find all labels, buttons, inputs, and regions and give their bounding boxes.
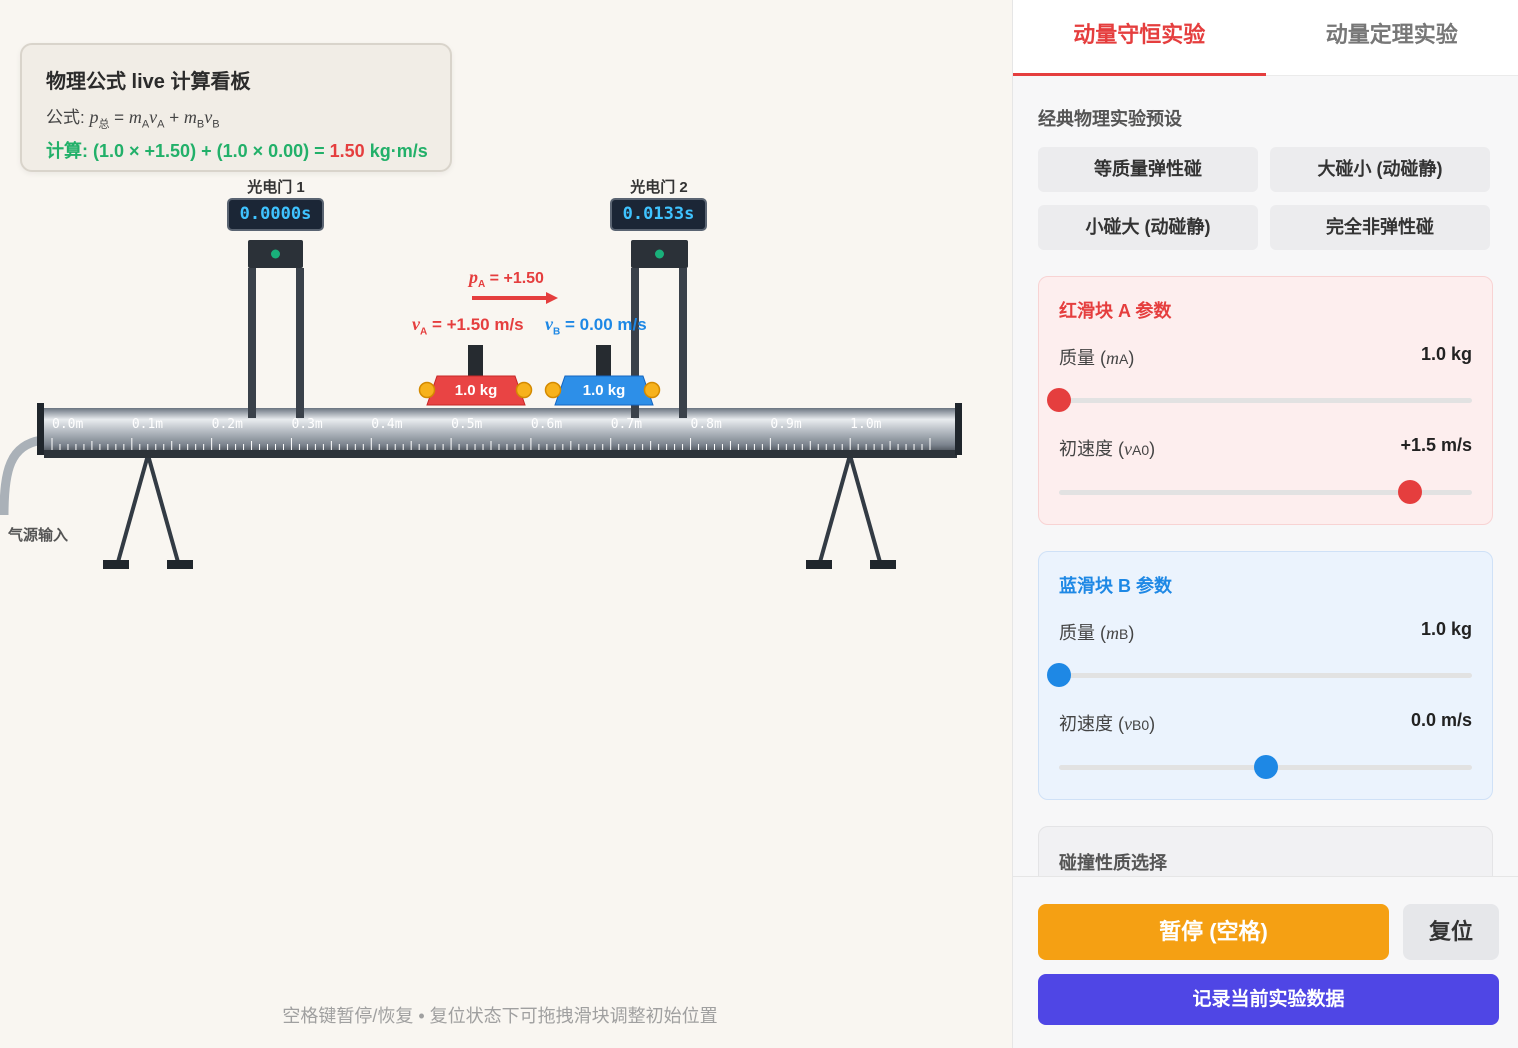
scale-label: 0.8m xyxy=(691,417,722,432)
scale-label: 0.6m xyxy=(531,417,562,432)
collision-type-title: 碰撞性质选择 xyxy=(1059,853,1167,873)
simulation-stage: 物理公式 live 计算看板 公式: p总 = mAvA + mBvB 计算: … xyxy=(0,0,1012,1048)
velocity-b-value: 0.0 m/s xyxy=(1410,710,1472,730)
slider-b-mass-label: 1.0 kg xyxy=(583,382,626,399)
scale-label: 0.7m xyxy=(611,417,642,432)
slider-b-params-card: 蓝滑块 B 参数 质量 (mB) 1.0 kg 初速度 (vB0) 0.0 m/… xyxy=(1038,551,1493,800)
velocity-b-row: 初速度 (vB0) 0.0 m/s xyxy=(1059,710,1472,736)
panel-scroll-area[interactable]: 经典物理实验预设 等质量弹性碰 大碰小 (动碰静) 小碰大 (动碰静) 完全非弹… xyxy=(1013,77,1518,876)
photogate-1 xyxy=(248,240,304,418)
collision-type-card: 碰撞性质选择 xyxy=(1038,826,1493,876)
pause-button[interactable]: 暂停 (空格) xyxy=(1038,904,1389,960)
experiment-tabs: 动量守恒实验 动量定理实验 xyxy=(1013,0,1518,76)
velocity-a-row: 初速度 (vA0) +1.5 m/s xyxy=(1059,435,1472,461)
right-foot-2 xyxy=(870,560,896,569)
rail-end-left xyxy=(37,403,44,455)
velocity-b-slider[interactable] xyxy=(1059,755,1472,779)
rail-end-right xyxy=(955,403,962,455)
scale-label: 1.0m xyxy=(850,417,881,432)
velocity-a-field-label: 初速度 (vA0) xyxy=(1059,439,1156,459)
mass-a-value: 1.0 kg xyxy=(1420,344,1472,364)
preset-small-hits-large-button[interactable]: 小碰大 (动碰静) xyxy=(1038,205,1258,250)
slider-a[interactable]: 1.0 kg xyxy=(418,345,533,406)
scale-label: 0.5m xyxy=(451,417,482,432)
mass-b-slider-thumb[interactable] xyxy=(1047,663,1071,687)
mass-b-label: 质量 (mB) xyxy=(1059,623,1135,643)
mass-b-row: 质量 (mB) 1.0 kg xyxy=(1059,619,1472,645)
tab-momentum-theorem[interactable]: 动量定理实验 xyxy=(1266,0,1518,75)
velocity-a-value: +1.5 m/s xyxy=(1400,435,1472,455)
scale-label: 0.4m xyxy=(371,417,402,432)
rail-base xyxy=(44,450,957,458)
right-stand xyxy=(818,454,882,563)
control-panel: 动量守恒实验 动量定理实验 经典物理实验预设 等质量弹性碰 大碰小 (动碰静) … xyxy=(1012,0,1518,1048)
keyboard-hint: 空格键暂停/恢复 • 复位状态下可拖拽滑块调整初始位置 xyxy=(282,1006,718,1026)
left-stand xyxy=(116,454,180,563)
right-foot-1 xyxy=(806,560,832,569)
left-foot-2 xyxy=(167,560,193,569)
velocity-b-label: vB = 0.00 m/s xyxy=(545,314,647,338)
card-a-title: 红滑块 A 参数 xyxy=(1059,301,1172,321)
slider-b[interactable]: 1.0 kg xyxy=(544,345,661,406)
mass-a-row: 质量 (mA) 1.0 kg xyxy=(1059,344,1472,370)
momentum-arrow-a xyxy=(472,292,558,304)
slider-a-params-card: 红滑块 A 参数 质量 (mA) 1.0 kg 初速度 (vA0) +1.5 m… xyxy=(1038,276,1493,525)
preset-grid: 等质量弹性碰 大碰小 (动碰静) 小碰大 (动碰静) 完全非弹性碰 xyxy=(1038,147,1493,250)
air-track-rail xyxy=(44,408,957,454)
momentum-a-label: pA = +1.50 xyxy=(469,267,544,291)
scale-label: 0.1m xyxy=(132,417,163,432)
mass-a-slider[interactable] xyxy=(1047,388,1472,412)
scale-label: 0.2m xyxy=(212,417,243,432)
air-track-apparatus: 0.0m 0.1m 0.2m 0.3m 0.4m 0.5m 0.6m 0.7m 0.8m 0.9m… xyxy=(0,240,962,569)
tab-momentum-conservation[interactable]: 动量守恒实验 xyxy=(1013,0,1266,76)
mass-a-label: 质量 (mA) xyxy=(1059,348,1135,368)
air-source-label: 气源输入 xyxy=(8,527,69,544)
mass-a-slider-thumb[interactable] xyxy=(1047,388,1071,412)
gate-2-label: 光电门 2 xyxy=(630,179,688,196)
mass-b-value: 1.0 kg xyxy=(1420,619,1472,639)
velocity-b-field-label: 初速度 (vB0) xyxy=(1059,714,1156,734)
gate-2-timer: 0.0133s xyxy=(610,198,707,231)
velocity-b-slider-thumb[interactable] xyxy=(1253,755,1278,779)
panel-footer: 暂停 (空格) 复位 记录当前实验数据 xyxy=(1013,876,1518,1048)
mass-b-slider[interactable] xyxy=(1047,663,1472,687)
air-hose xyxy=(0,435,43,516)
preset-perfectly-inelastic-button[interactable]: 完全非弹性碰 xyxy=(1270,205,1490,250)
gate-1-label: 光电门 1 xyxy=(247,179,305,196)
presets-title: 经典物理实验预设 xyxy=(1038,109,1182,129)
card-b-title: 蓝滑块 B 参数 xyxy=(1059,576,1173,596)
velocity-a-label: vA = +1.50 m/s xyxy=(412,314,524,338)
scale-label: 0.0m xyxy=(52,417,83,432)
scale-label: 0.3m xyxy=(291,417,322,432)
preset-equal-mass-elastic-button[interactable]: 等质量弹性碰 xyxy=(1038,147,1258,192)
scale-label: 0.9m xyxy=(770,417,801,432)
preset-large-hits-small-button[interactable]: 大碰小 (动碰静) xyxy=(1270,147,1490,192)
velocity-a-slider[interactable] xyxy=(1059,480,1472,504)
reset-button[interactable]: 复位 xyxy=(1403,904,1499,960)
record-data-button[interactable]: 记录当前实验数据 xyxy=(1038,974,1499,1025)
left-foot-1 xyxy=(103,560,129,569)
gate-1-timer: 0.0000s xyxy=(227,198,324,231)
velocity-a-slider-thumb[interactable] xyxy=(1398,480,1423,504)
slider-a-mass-label: 1.0 kg xyxy=(455,382,498,399)
